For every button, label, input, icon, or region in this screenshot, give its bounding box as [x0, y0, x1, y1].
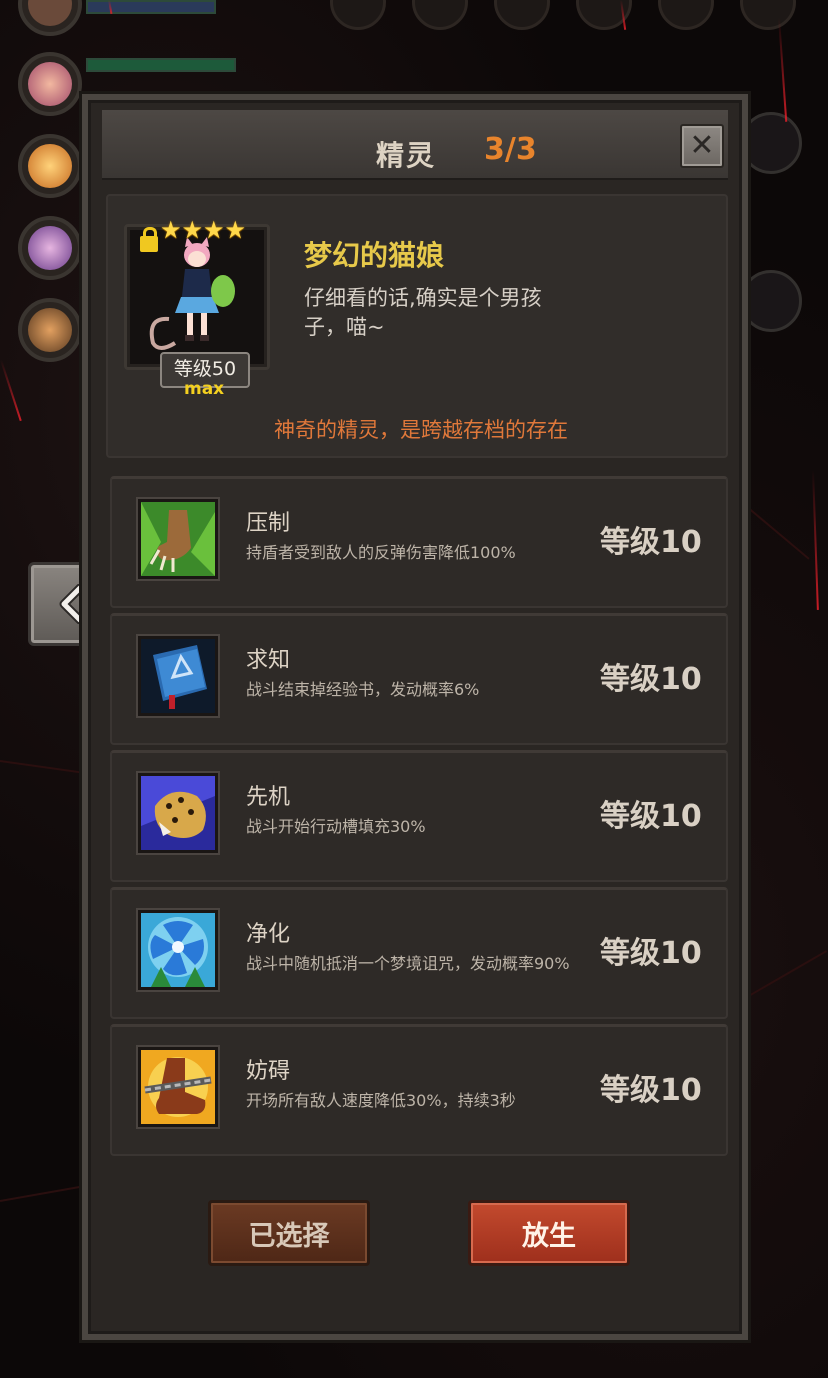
skill-description: 开场所有敌人速度降低30%，持续3秒 — [246, 1091, 516, 1110]
leopard-icon — [138, 773, 218, 853]
skill-name: 压制 — [246, 511, 291, 536]
lock-icon — [140, 227, 158, 252]
skill-row[interactable]: 压制 持盾者受到敌人的反弹伤害降低100% 等级10 — [110, 476, 728, 608]
release-button[interactable]: 放生 — [468, 1200, 630, 1266]
skill-level: 等级10 — [600, 799, 702, 834]
bg-enemy-orb — [740, 112, 802, 174]
skill-name: 净化 — [246, 922, 291, 947]
bg-hero-avatar — [18, 298, 82, 362]
close-icon: ✕ — [689, 128, 715, 163]
skill-row[interactable]: 求知 战斗结束掉经验书，发动概率6% 等级10 — [110, 613, 728, 745]
rating-stars: ★★★★ — [160, 216, 247, 244]
skill-row[interactable]: 净化 战斗中随机抵消一个梦境诅咒，发动概率90% 等级10 — [110, 887, 728, 1019]
skill-level: 等级10 — [600, 1073, 702, 1108]
skill-level: 等级10 — [600, 936, 702, 971]
selected-button[interactable]: 已选择 — [208, 1200, 370, 1266]
sprite-count: 3/3 — [484, 132, 537, 167]
panel-title: 精灵 — [376, 139, 437, 172]
skill-description: 战斗开始行动槽填充30% — [246, 817, 426, 836]
skill-name: 求知 — [246, 648, 291, 673]
bg-hero-avatar — [18, 52, 82, 116]
skill-level: 等级10 — [600, 525, 702, 560]
skill-description: 战斗中随机抵消一个梦境诅咒，发动概率90% — [246, 954, 570, 973]
sprite-tagline: 神奇的精灵，是跨越存档的存在 — [274, 418, 568, 442]
bg-hero-avatar — [18, 216, 82, 280]
star-rating: ★★★★ — [160, 218, 246, 242]
book-icon — [138, 636, 218, 716]
sprite-name: 梦幻的猫娘 — [304, 239, 445, 272]
bg-hp-bar — [86, 58, 236, 72]
sprite-description: 仔细看的话,确实是个男孩子，喵~ — [304, 286, 542, 339]
close-button[interactable]: ✕ — [680, 124, 724, 168]
skill-name: 先机 — [246, 785, 291, 810]
sprite-level-max: max — [184, 379, 225, 399]
lion-paw-icon — [138, 499, 218, 579]
skill-row[interactable]: 先机 战斗开始行动槽填充30% 等级10 — [110, 750, 728, 882]
skill-level: 等级10 — [600, 662, 702, 697]
bg-hero-avatar — [18, 134, 82, 198]
sprite-panel: 精灵 3/3 ✕ ★★★★ 等级50 max 梦幻的猫娘 仔细看的话,确实是个男… — [82, 94, 748, 1340]
skill-description: 战斗结束掉经验书，发动概率6% — [246, 680, 480, 699]
bg-enemy-orb — [740, 270, 802, 332]
skill-description: 持盾者受到敌人的反弹伤害降低100% — [246, 543, 516, 562]
chained-boot-icon — [138, 1047, 218, 1127]
skill-row[interactable]: 妨碍 开场所有敌人速度降低30%，持续3秒 等级10 — [110, 1024, 728, 1156]
blue-flower-icon — [138, 910, 218, 990]
bg-hp-bar — [86, 0, 216, 14]
skill-name: 妨碍 — [246, 1059, 291, 1084]
